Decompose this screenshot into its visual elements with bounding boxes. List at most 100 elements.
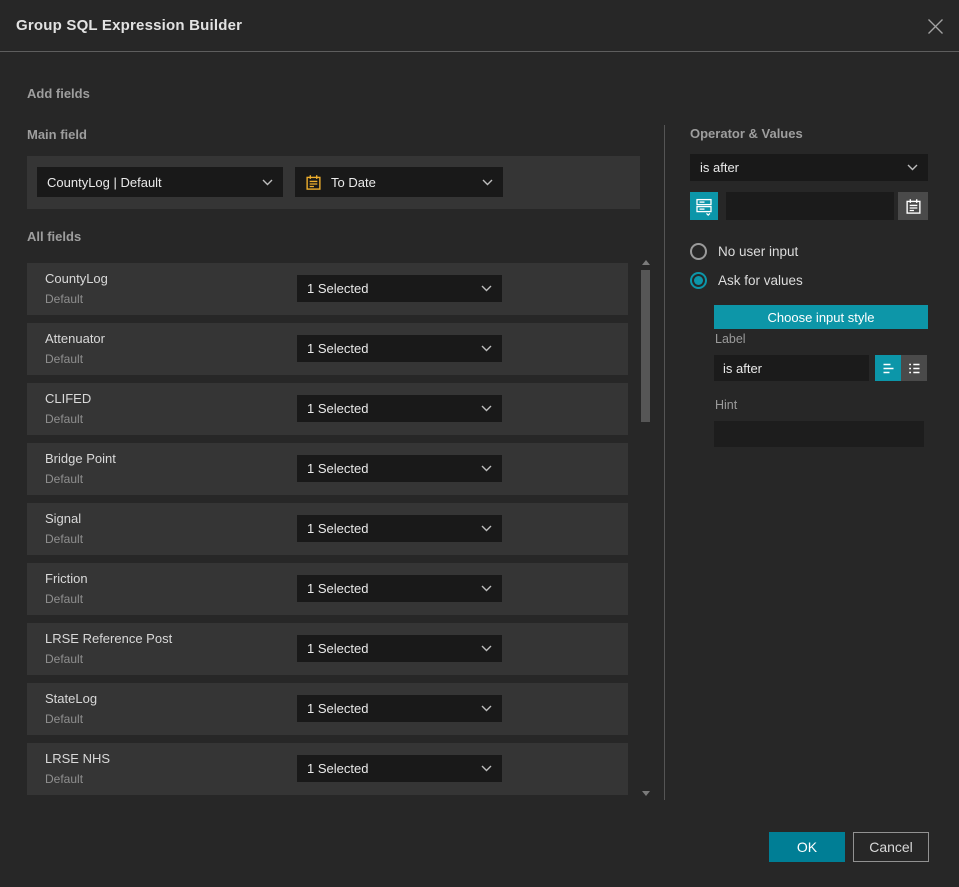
- field-subtitle: Default: [45, 592, 84, 606]
- chevron-down-icon: [481, 465, 492, 472]
- field-selected-dropdown[interactable]: 1 Selected: [297, 695, 502, 722]
- radio-label: No user input: [718, 244, 799, 259]
- field-selected-dropdown[interactable]: 1 Selected: [297, 575, 502, 602]
- selected-count-label: 1 Selected: [307, 281, 369, 296]
- selected-count-label: 1 Selected: [307, 461, 369, 476]
- close-button[interactable]: [925, 16, 945, 36]
- scrollbar-down-arrow[interactable]: [642, 791, 650, 796]
- field-name: Friction: [45, 571, 88, 586]
- selected-count-label: 1 Selected: [307, 641, 369, 656]
- operator-values-heading: Operator & Values: [690, 126, 803, 141]
- field-subtitle: Default: [45, 652, 84, 666]
- label-input[interactable]: [714, 355, 869, 381]
- field-name: LRSE Reference Post: [45, 631, 173, 646]
- field-selected-dropdown[interactable]: 1 Selected: [297, 275, 502, 302]
- add-fields-heading: Add fields: [27, 86, 90, 101]
- field-selected-dropdown[interactable]: 1 Selected: [297, 395, 502, 422]
- group-sql-expression-builder-dialog: Group SQL Expression Builder Add fields …: [0, 0, 959, 887]
- main-field-dropdown-value: CountyLog | Default: [47, 174, 162, 190]
- all-fields-list: CountyLog Default 1 Selected Attenuator …: [27, 263, 628, 803]
- chevron-down-icon: [482, 179, 493, 186]
- radio-dot: [694, 276, 703, 285]
- operator-dropdown[interactable]: is after: [690, 154, 928, 181]
- radio-circle-selected: [690, 272, 707, 289]
- field-subtitle: Default: [45, 772, 84, 786]
- stacked-rows-icon: [696, 198, 712, 216]
- hint-field-label: Hint: [715, 398, 738, 412]
- main-field-dropdown[interactable]: CountyLog | Default: [37, 167, 283, 197]
- field-name: Bridge Point: [45, 451, 116, 466]
- input-style-list-button[interactable]: [901, 355, 927, 381]
- chevron-down-icon: [481, 345, 492, 352]
- titlebar: Group SQL Expression Builder: [0, 0, 959, 52]
- field-selected-dropdown[interactable]: 1 Selected: [297, 755, 502, 782]
- date-picker-button[interactable]: [898, 192, 928, 220]
- field-name: CLIFED: [45, 391, 92, 406]
- hint-input[interactable]: [714, 421, 924, 447]
- field-name: Signal: [45, 511, 82, 526]
- field-selected-dropdown[interactable]: 1 Selected: [297, 335, 502, 362]
- main-field-type-dropdown[interactable]: To Date: [295, 167, 503, 197]
- value-input[interactable]: [726, 192, 894, 220]
- radio-ask-for-values[interactable]: Ask for values: [690, 272, 803, 289]
- field-name: StateLog: [45, 691, 98, 706]
- chevron-down-icon: [481, 405, 492, 412]
- main-field-panel: CountyLog | Default To Date: [27, 156, 640, 209]
- radio-no-user-input[interactable]: No user input: [690, 243, 798, 260]
- field-row: CLIFED Default 1 Selected: [27, 383, 628, 435]
- ok-button[interactable]: OK: [769, 832, 845, 862]
- field-name: CountyLog: [45, 271, 108, 286]
- input-type-button[interactable]: [690, 192, 718, 220]
- scrollbar-thumb[interactable]: [641, 270, 650, 422]
- field-selected-dropdown[interactable]: 1 Selected: [297, 515, 502, 542]
- chevron-down-icon: [907, 164, 918, 171]
- field-row: CountyLog Default 1 Selected: [27, 263, 628, 315]
- selected-count-label: 1 Selected: [307, 581, 369, 596]
- selected-count-label: 1 Selected: [307, 701, 369, 716]
- field-subtitle: Default: [45, 412, 84, 426]
- chevron-down-icon: [481, 645, 492, 652]
- field-subtitle: Default: [45, 532, 84, 546]
- operator-dropdown-value: is after: [700, 160, 740, 175]
- value-input-row: [690, 192, 928, 220]
- panel-divider: [664, 125, 665, 800]
- field-row: LRSE Reference Post Default 1 Selected: [27, 623, 628, 675]
- input-style-text-button[interactable]: [875, 355, 901, 381]
- selected-count-label: 1 Selected: [307, 521, 369, 536]
- selected-count-label: 1 Selected: [307, 401, 369, 416]
- chevron-down-icon: [481, 285, 492, 292]
- close-icon: [927, 18, 943, 34]
- field-subtitle: Default: [45, 292, 84, 306]
- field-row: Friction Default 1 Selected: [27, 563, 628, 615]
- chevron-down-icon: [481, 765, 492, 772]
- radio-circle: [690, 243, 707, 260]
- field-row: Bridge Point Default 1 Selected: [27, 443, 628, 495]
- chevron-down-icon: [481, 585, 492, 592]
- main-field-heading: Main field: [27, 127, 87, 142]
- field-selected-dropdown[interactable]: 1 Selected: [297, 635, 502, 662]
- align-left-icon: [883, 363, 893, 373]
- list-icon: [908, 363, 919, 373]
- field-name: LRSE NHS: [45, 751, 111, 766]
- field-row: LRSE NHS Default 1 Selected: [27, 743, 628, 795]
- selected-count-label: 1 Selected: [307, 341, 369, 356]
- main-field-type-value: To Date: [331, 174, 376, 190]
- selected-count-label: 1 Selected: [307, 761, 369, 776]
- field-subtitle: Default: [45, 352, 84, 366]
- dialog-title: Group SQL Expression Builder: [16, 17, 243, 34]
- cancel-button[interactable]: Cancel: [853, 832, 929, 862]
- chevron-down-icon: [481, 525, 492, 532]
- chevron-down-icon: [481, 705, 492, 712]
- field-row: StateLog Default 1 Selected: [27, 683, 628, 735]
- choose-input-style-button[interactable]: Choose input style: [714, 305, 928, 329]
- field-selected-dropdown[interactable]: 1 Selected: [297, 455, 502, 482]
- field-name: Attenuator: [45, 331, 105, 346]
- calendar-icon: [905, 198, 921, 214]
- field-row: Attenuator Default 1 Selected: [27, 323, 628, 375]
- label-field-label: Label: [715, 332, 746, 346]
- field-row: Signal Default 1 Selected: [27, 503, 628, 555]
- scrollbar-up-arrow[interactable]: [642, 260, 650, 265]
- radio-label: Ask for values: [718, 273, 803, 288]
- all-fields-heading: All fields: [27, 229, 82, 244]
- field-subtitle: Default: [45, 472, 84, 486]
